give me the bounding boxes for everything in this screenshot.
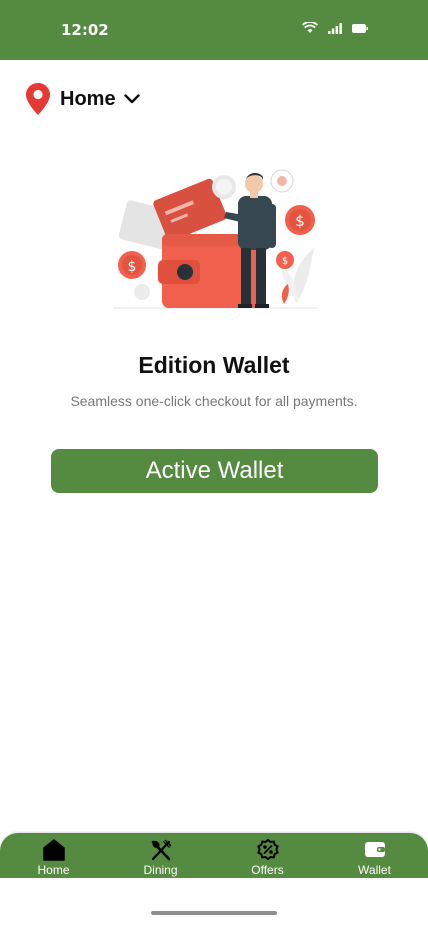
nav-item-home[interactable]: Home — [0, 833, 107, 878]
nav-label-wallet: Wallet — [358, 863, 391, 877]
battery-icon — [352, 23, 368, 33]
status-bar: 12:02 — [0, 0, 428, 60]
coin-left: $ — [118, 251, 146, 279]
status-icons — [302, 22, 368, 34]
home-icon — [42, 839, 65, 861]
svg-text:$: $ — [128, 259, 137, 275]
nav-label-offers: Offers — [251, 863, 284, 877]
nav-item-dining[interactable]: Dining — [107, 833, 214, 878]
chevron-down-icon — [123, 94, 140, 104]
nav-label-dining: Dining — [143, 863, 178, 877]
home-indicator — [151, 911, 277, 915]
wallet-title: Edition Wallet — [138, 352, 290, 378]
nav-item-wallet[interactable]: Wallet — [321, 833, 428, 878]
location-selector[interactable]: Home — [26, 82, 140, 116]
location-pin-icon — [26, 83, 50, 115]
dining-icon — [151, 839, 171, 861]
signal-icon — [328, 22, 342, 34]
wallet-subtitle: Seamless one-click checkout for all paym… — [70, 393, 358, 409]
speech-bubble — [270, 169, 294, 193]
bottom-nav: Home Dining Offers Wallet — [0, 833, 428, 878]
coin-right-small: $ — [276, 251, 294, 269]
wifi-icon — [302, 22, 318, 33]
wallet-icon — [364, 842, 385, 857]
coin-right-top: $ — [285, 205, 315, 235]
location-label: Home — [60, 87, 116, 110]
svg-text:$: $ — [282, 256, 288, 267]
status-time: 12:02 — [61, 21, 109, 39]
offers-icon — [256, 839, 279, 861]
wallet-illustration: $ $ $ — [113, 169, 318, 309]
active-wallet-button[interactable]: Active Wallet — [51, 449, 378, 493]
svg-text:$: $ — [295, 212, 305, 230]
nav-item-offers[interactable]: Offers — [214, 833, 321, 878]
nav-label-home: Home — [37, 863, 70, 877]
